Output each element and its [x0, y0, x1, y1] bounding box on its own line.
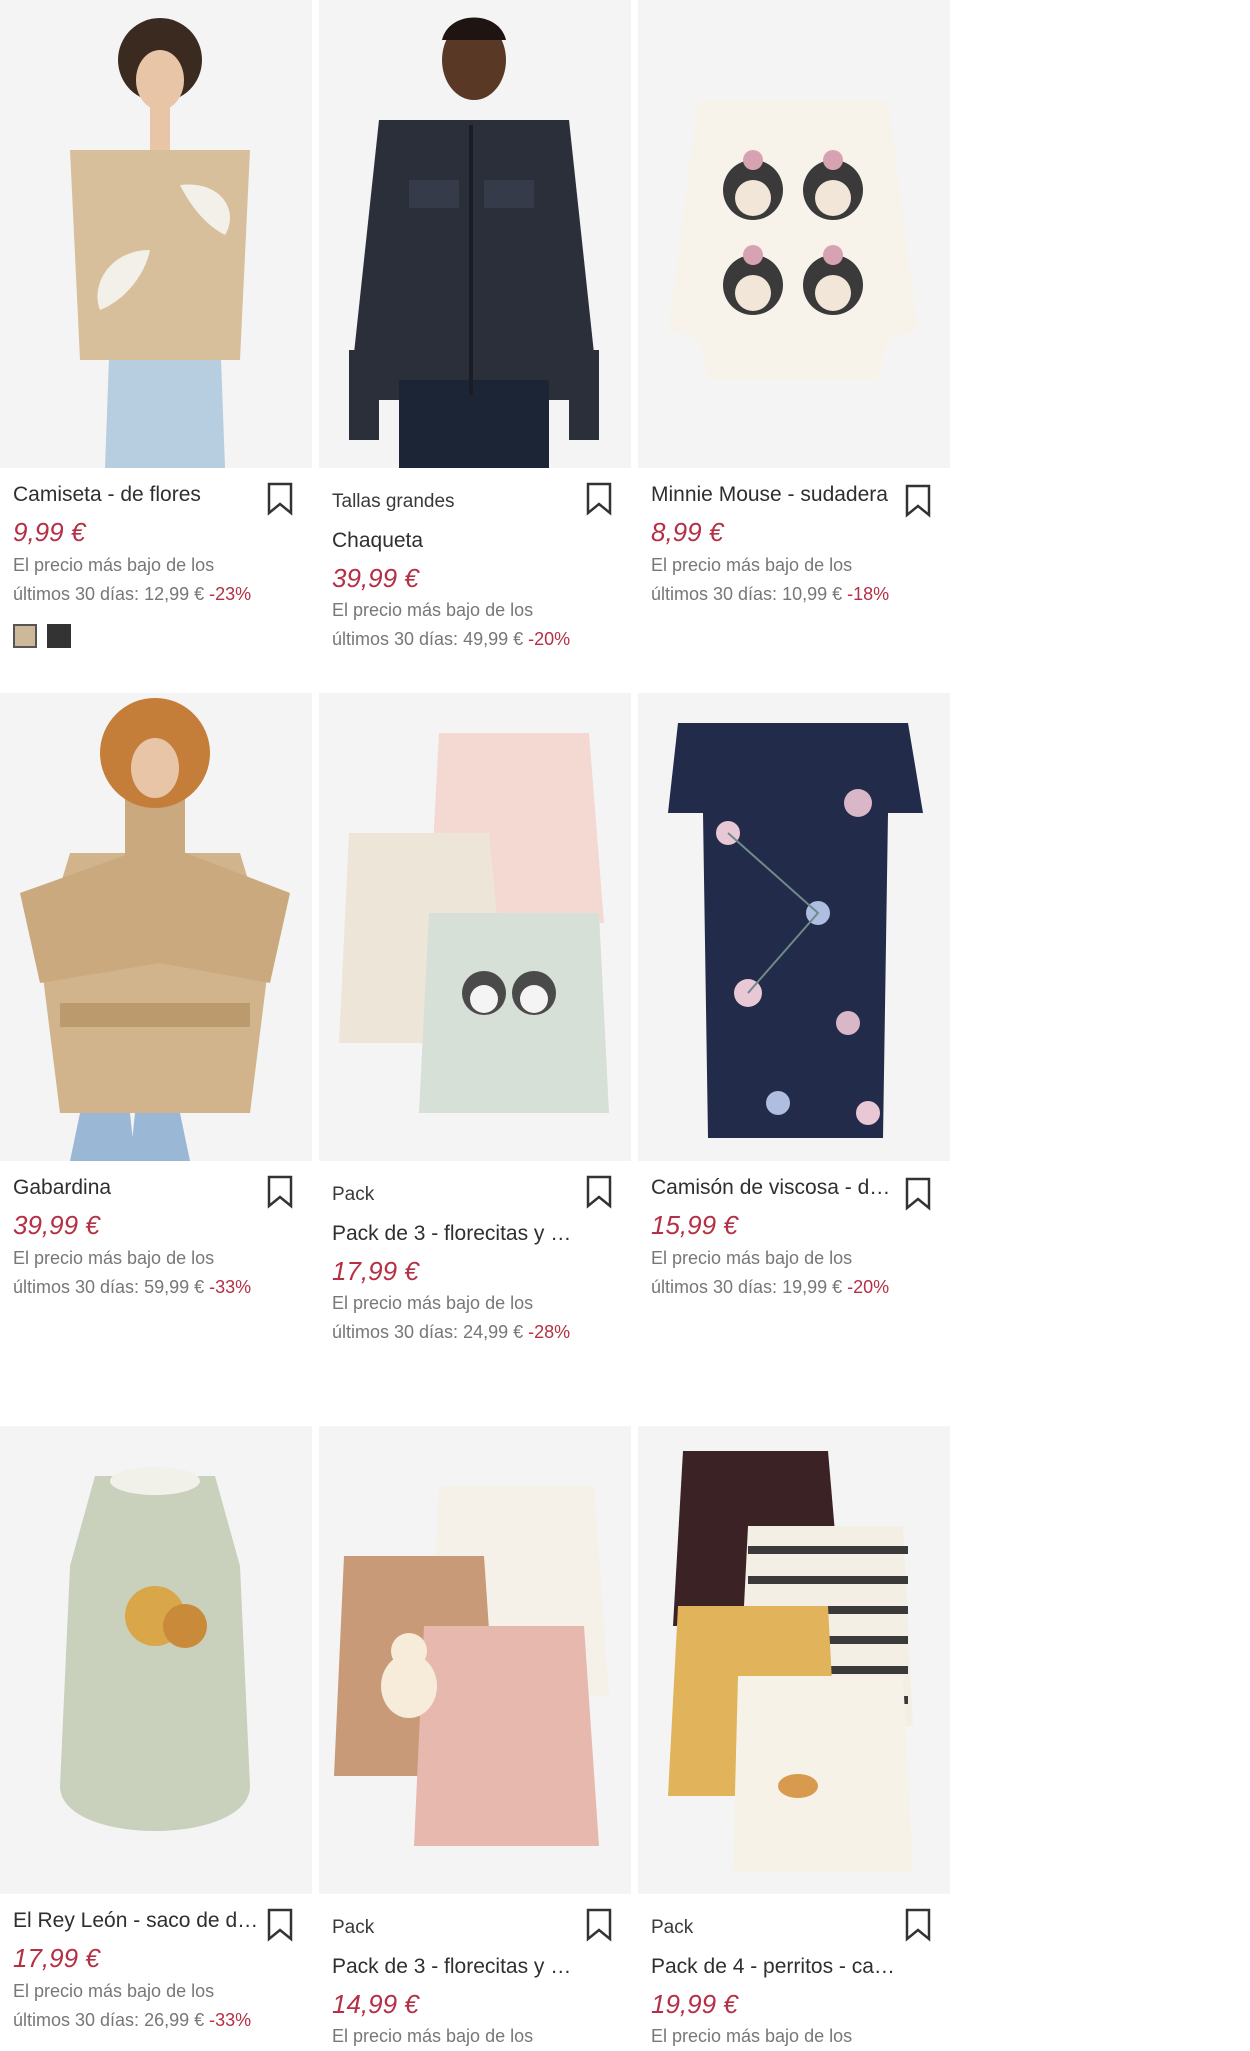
product-label: Pack	[651, 1917, 694, 1938]
lowest-price-note-line1: El precio más bajo de los	[332, 1293, 534, 1313]
lowest-price-note-line2: últimos 30 días: 10,99 €	[651, 584, 843, 604]
product-illustration	[0, 1426, 312, 1894]
bookmark-icon[interactable]	[585, 1908, 613, 1942]
product-card[interactable]: Pack Pack de 3 - florecitas y pato 14,99…	[319, 1426, 631, 2046]
product-card[interactable]: El Rey León - saco de dormir 17,99 € El …	[0, 1426, 312, 2042]
product-title[interactable]: Gabardina	[13, 1176, 263, 1200]
color-swatch-beige[interactable]	[13, 624, 37, 648]
discount-badge: -20%	[528, 629, 571, 649]
product-price: 14,99 €	[332, 1989, 419, 2019]
lowest-price-note-line1: El precio más bajo de los	[13, 1248, 215, 1268]
color-swatches	[13, 624, 71, 648]
product-title[interactable]: Camiseta - de flores	[13, 483, 263, 507]
product-price: 8,99 €	[651, 517, 724, 547]
product-image[interactable]	[638, 693, 950, 1161]
product-image[interactable]	[638, 1426, 950, 1894]
product-image[interactable]	[0, 0, 312, 468]
lowest-price-note-line2: últimos 30 días: 49,99 €	[332, 629, 524, 649]
product-price: 39,99 €	[332, 563, 419, 593]
discount-badge: -33%	[209, 2010, 252, 2030]
bookmark-icon[interactable]	[266, 1908, 294, 1942]
product-label: Tallas grandes	[332, 491, 455, 512]
product-card[interactable]: Camiseta - de flores 9,99 € El precio má…	[0, 0, 312, 680]
bookmark-icon[interactable]	[904, 484, 932, 518]
product-illustration	[319, 693, 631, 1161]
product-label: Pack	[332, 1917, 375, 1938]
product-illustration	[638, 1426, 950, 1894]
product-illustration	[0, 0, 312, 468]
lowest-price-note: El precio más bajo de los últimos 30 día…	[13, 1977, 303, 2035]
discount-badge: -33%	[209, 1277, 252, 1297]
lowest-price-note-line2: últimos 30 días: 59,99 €	[13, 1277, 205, 1297]
product-title[interactable]: Pack de 3 - florecitas y pato	[332, 1955, 582, 1979]
lowest-price-note: El precio más bajo de los últimos 30 día…	[13, 551, 303, 609]
product-image[interactable]	[638, 0, 950, 468]
lowest-price-note: El precio más bajo de los últimos 30 día…	[332, 1289, 622, 1347]
discount-badge: -20%	[847, 1277, 890, 1297]
lowest-price-note: El precio más bajo de los últimos 30 día…	[651, 551, 941, 609]
lowest-price-note: El precio más bajo de los	[332, 2022, 622, 2051]
product-price: 17,99 €	[332, 1256, 419, 1286]
product-label: Pack	[332, 1184, 375, 1205]
product-title[interactable]: Camisón de viscosa - de flores	[651, 1176, 901, 1200]
product-card[interactable]: Camisón de viscosa - de flores 15,99 € E…	[638, 693, 950, 1393]
lowest-price-note: El precio más bajo de los últimos 30 día…	[332, 596, 622, 654]
lowest-price-note: El precio más bajo de los	[651, 2022, 941, 2051]
lowest-price-note-line1: El precio más bajo de los	[332, 600, 534, 620]
product-title[interactable]: El Rey León - saco de dormir	[13, 1909, 263, 1933]
lowest-price-note-line1: El precio más bajo de los	[651, 2026, 853, 2046]
product-price: 17,99 €	[13, 1943, 100, 1973]
product-title[interactable]: Pack de 3 - florecitas y panda	[332, 1222, 582, 1246]
lowest-price-note-line2: últimos 30 días: 19,99 €	[651, 1277, 843, 1297]
lowest-price-note: El precio más bajo de los últimos 30 día…	[13, 1244, 303, 1302]
bookmark-icon[interactable]	[266, 1175, 294, 1209]
discount-badge: -18%	[847, 584, 890, 604]
product-image[interactable]	[319, 1426, 631, 1894]
product-image[interactable]	[319, 693, 631, 1161]
lowest-price-note-line2: últimos 30 días: 12,99 €	[13, 584, 205, 604]
product-card[interactable]: Gabardina 39,99 € El precio más bajo de …	[0, 693, 312, 1393]
product-grid: Camiseta - de flores 9,99 € El precio má…	[0, 0, 950, 2046]
lowest-price-note: El precio más bajo de los últimos 30 día…	[651, 1244, 941, 1302]
discount-badge: -28%	[528, 1322, 571, 1342]
product-image[interactable]	[0, 1426, 312, 1894]
product-card[interactable]: Pack Pack de 4 - perritos - camisetas 19…	[638, 1426, 950, 2046]
bookmark-icon[interactable]	[266, 482, 294, 516]
lowest-price-note-line2: últimos 30 días: 24,99 €	[332, 1322, 524, 1342]
discount-badge: -23%	[209, 584, 252, 604]
product-title[interactable]: Minnie Mouse - sudadera	[651, 483, 901, 507]
product-illustration	[319, 1426, 631, 1894]
product-illustration	[638, 693, 950, 1161]
lowest-price-note-line1: El precio más bajo de los	[651, 555, 853, 575]
product-price: 15,99 €	[651, 1210, 738, 1240]
product-price: 39,99 €	[13, 1210, 100, 1240]
lowest-price-note-line2: últimos 30 días: 26,99 €	[13, 2010, 205, 2030]
product-title[interactable]: Pack de 4 - perritos - camisetas	[651, 1955, 901, 1979]
product-price: 9,99 €	[13, 517, 86, 547]
lowest-price-note-line1: El precio más bajo de los	[332, 2026, 534, 2046]
lowest-price-note-line1: El precio más bajo de los	[13, 1981, 215, 2001]
lowest-price-note-line1: El precio más bajo de los	[651, 1248, 853, 1268]
product-illustration	[319, 0, 631, 468]
product-illustration	[0, 693, 312, 1161]
product-card[interactable]: Tallas grandes Chaqueta 39,99 € El preci…	[319, 0, 631, 680]
product-image[interactable]	[0, 693, 312, 1161]
bookmark-icon[interactable]	[904, 1908, 932, 1942]
color-swatch-black[interactable]	[47, 624, 71, 648]
product-card[interactable]: Minnie Mouse - sudadera 8,99 € El precio…	[638, 0, 950, 680]
bookmark-icon[interactable]	[585, 482, 613, 516]
product-title[interactable]: Chaqueta	[332, 529, 582, 553]
product-illustration	[638, 0, 950, 468]
bookmark-icon[interactable]	[904, 1177, 932, 1211]
product-image[interactable]	[319, 0, 631, 468]
product-card[interactable]: Pack Pack de 3 - florecitas y panda 17,9…	[319, 693, 631, 1393]
product-price: 19,99 €	[651, 1989, 738, 2019]
lowest-price-note-line1: El precio más bajo de los	[13, 555, 215, 575]
bookmark-icon[interactable]	[585, 1175, 613, 1209]
